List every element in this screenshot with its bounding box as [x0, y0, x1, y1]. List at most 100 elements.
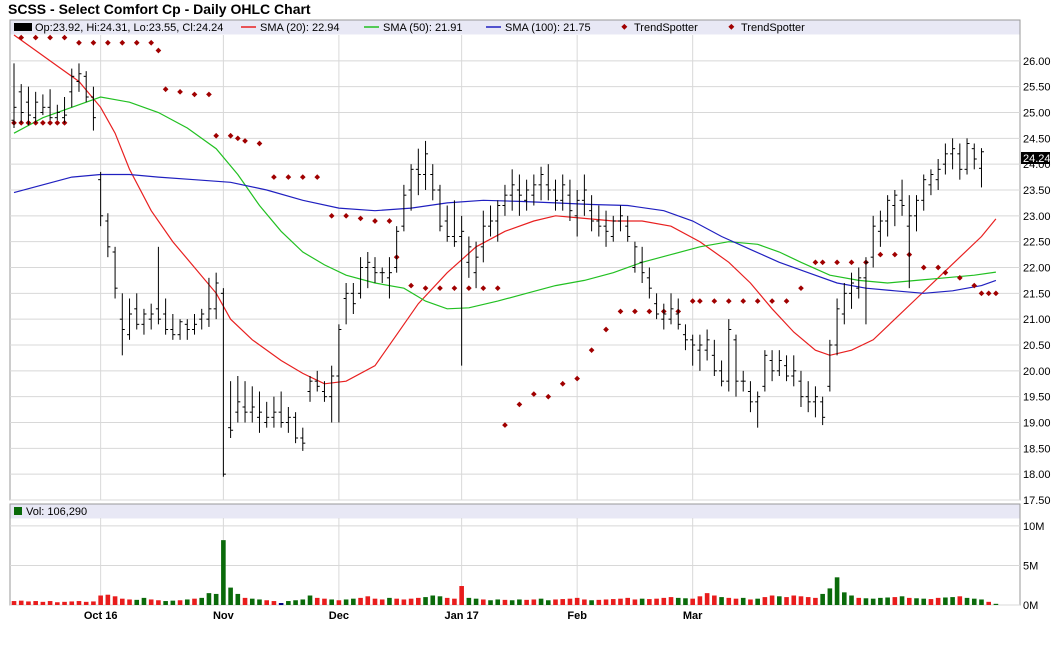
volume-bar [704, 593, 710, 605]
volume-tick-label: 0M [1023, 600, 1038, 612]
volume-bar [235, 593, 241, 605]
volume-bar [870, 598, 876, 605]
price-tick-label: 21.00 [1023, 314, 1051, 326]
volume-bar [98, 595, 103, 605]
price-y-axis: 26.0025.5025.0024.5024.0023.5023.0022.50… [1023, 56, 1051, 507]
volume-bar [683, 598, 688, 605]
volume-bar [134, 599, 140, 605]
volume-bar [524, 599, 529, 605]
volume-bar [437, 596, 443, 605]
volume-bar [675, 597, 681, 605]
volume-bar [199, 597, 205, 605]
x-tick-label: Dec [329, 610, 349, 622]
volume-bar [206, 593, 212, 605]
last-price-label: 24.24 [1023, 153, 1051, 165]
sma20-legend-text: SMA (20): 22.94 [260, 22, 340, 34]
volume-bar [221, 540, 226, 605]
volume-bar [560, 599, 566, 605]
volume-bar [531, 599, 537, 605]
volume-bar [827, 588, 833, 605]
price-tick-label: 22.50 [1023, 237, 1051, 249]
volume-bar [740, 597, 746, 605]
trend1-legend-text: TrendSpotter [634, 22, 698, 34]
price-tick-label: 24.50 [1023, 133, 1051, 145]
volume-bar [141, 597, 147, 605]
volume-bar [986, 601, 991, 605]
volume-bar [517, 599, 522, 605]
volume-bar [690, 598, 695, 605]
volume-bar [278, 603, 284, 605]
price-panel-frame [9, 19, 1021, 501]
price-tick-label: 26.00 [1023, 56, 1051, 68]
volume-bar [271, 601, 277, 605]
volume-bar [618, 598, 623, 605]
volume-bar [408, 598, 414, 605]
volume-bar [762, 597, 768, 605]
volume-bar [249, 598, 255, 605]
volume-bar [55, 602, 60, 605]
volume-bar [379, 599, 385, 605]
volume-bar [748, 599, 753, 605]
volume-bar [365, 596, 371, 605]
volume-bar [372, 598, 378, 605]
volume-bar [473, 598, 479, 605]
volume-bar [184, 599, 190, 605]
volume-bar [488, 600, 493, 605]
volume-bar [307, 595, 313, 605]
volume-bar [625, 597, 630, 605]
volume-bar [495, 599, 501, 605]
volume-bar [257, 599, 262, 605]
volume-bar [300, 599, 306, 605]
price-legend: Op:23.92, Hi:24.31, Lo:23.55, Cl:24.24 S… [14, 22, 805, 34]
volume-bar [459, 586, 464, 605]
volume-bar [112, 596, 118, 605]
price-tick-label: 20.00 [1023, 366, 1051, 378]
volume-bar [91, 601, 96, 605]
volume-bar [654, 598, 659, 605]
volume-bar [336, 600, 342, 605]
volume-bar [423, 597, 428, 605]
volume-bar [322, 598, 327, 605]
volume-bar [979, 599, 984, 605]
volume-bar [351, 598, 356, 605]
volume-bar [842, 592, 847, 605]
volume-bar [33, 601, 38, 605]
volume-bar [733, 598, 739, 605]
volume-bar [813, 597, 818, 605]
volume-bar [950, 597, 955, 605]
volume-bar [293, 600, 298, 605]
volume-bar [502, 599, 508, 605]
volume-bar [18, 600, 24, 605]
ohlc-legend-text: Op:23.92, Hi:24.31, Lo:23.55, Cl:24.24 [35, 22, 223, 34]
volume-bar [589, 600, 594, 605]
volume-bar [798, 596, 804, 605]
volume-bar [329, 599, 334, 605]
volume-bar [26, 601, 31, 605]
volume-bar [148, 599, 154, 605]
volume-legend-text: Vol: 106,290 [26, 506, 87, 518]
price-tick-label: 25.50 [1023, 82, 1051, 94]
volume-legend-swatch [14, 507, 22, 515]
volume-bar [47, 601, 53, 605]
x-tick-label: Jan 17 [445, 610, 479, 622]
x-tick-label: Nov [213, 610, 235, 622]
x-tick-label: Oct 16 [84, 610, 118, 622]
volume-bar [242, 597, 248, 605]
volume-panel-frame [9, 503, 1021, 606]
x-axis: Oct 16 Nov Dec Jan 17 Feb Mar [84, 610, 703, 622]
volume-bar [553, 599, 558, 605]
price-tick-label: 23.50 [1023, 185, 1051, 197]
volume-bar [358, 597, 363, 605]
volume-bar [538, 598, 544, 605]
volume-bar [878, 597, 883, 605]
price-tick-label: 23.00 [1023, 211, 1051, 223]
volume-y-axis: 10M 5M 0M [1023, 521, 1044, 612]
volume-tick-label: 10M [1023, 521, 1044, 533]
volume-bar [596, 599, 602, 605]
volume-bar [69, 601, 75, 605]
volume-bar [632, 599, 638, 605]
volume-bar [444, 597, 450, 605]
volume-bar [697, 596, 703, 605]
chart-canvas: 26.0025.5025.0024.5024.0023.5023.0022.50… [9, 19, 1051, 622]
volume-bar [567, 598, 573, 605]
